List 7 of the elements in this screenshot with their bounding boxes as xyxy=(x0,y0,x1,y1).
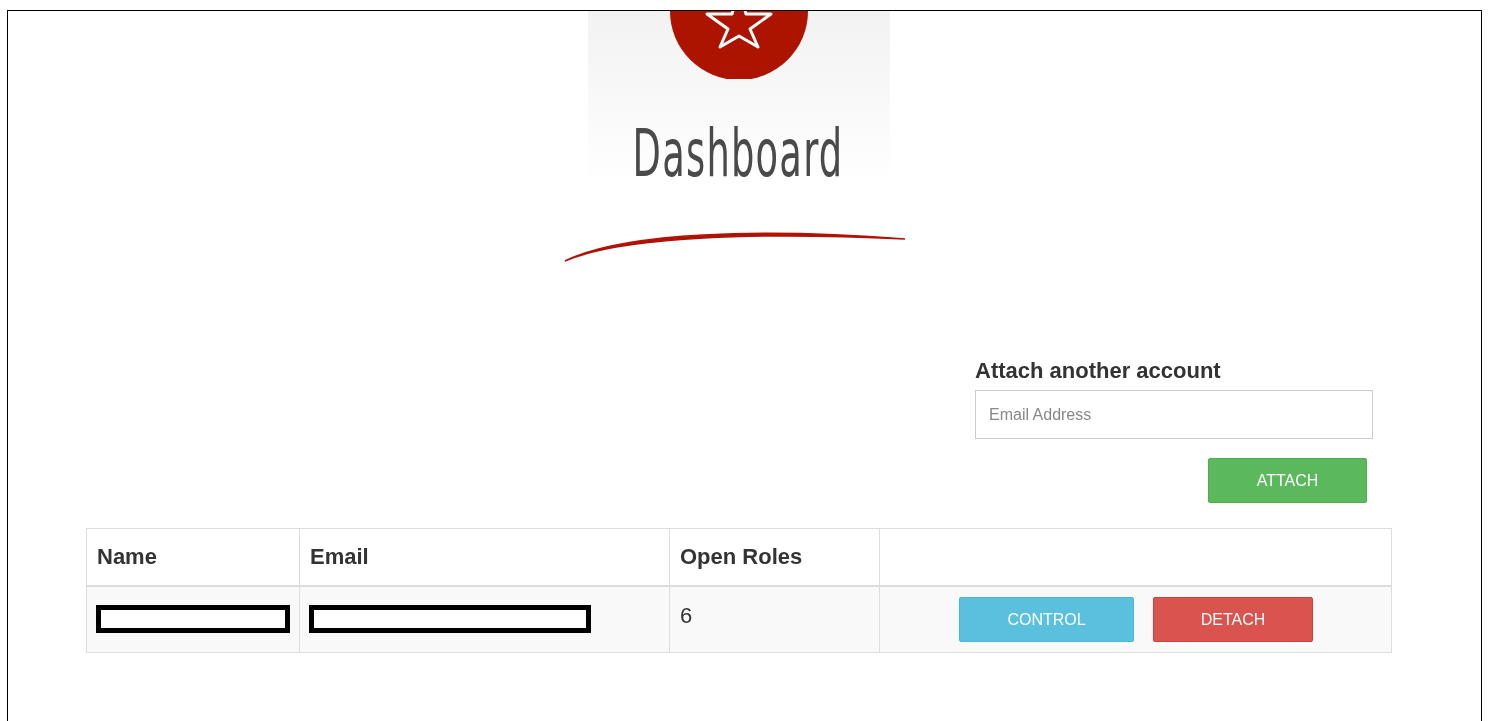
attach-button[interactable]: ATTACH xyxy=(1208,458,1367,503)
form-heading: Attach another account xyxy=(975,358,1222,384)
detach-button[interactable]: DETACH xyxy=(1153,597,1313,642)
control-button[interactable]: CONTROL xyxy=(959,597,1134,642)
page-title: Dashboard xyxy=(633,123,844,185)
email-field[interactable]: Email Address xyxy=(975,390,1373,439)
table-cell: 6 xyxy=(669,586,880,652)
